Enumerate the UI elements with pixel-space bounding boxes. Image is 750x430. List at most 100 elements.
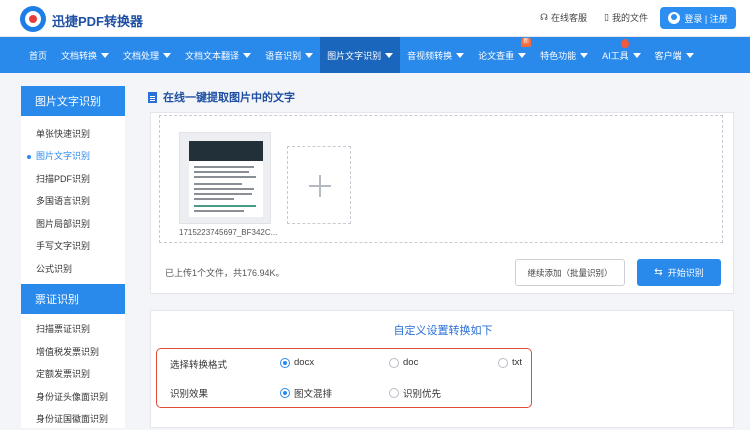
main-content: 在线一键提取图片中的文字 1715223745697_BF342C... xyxy=(138,80,750,428)
nav-label: 文档处理 xyxy=(123,49,159,62)
start-recognition-button[interactable]: ⇆ 开始识别 xyxy=(637,259,721,286)
effect-option-label: 识别优先 xyxy=(403,386,441,400)
nav-label: 文档文本翻译 xyxy=(185,49,239,62)
chevron-down-icon xyxy=(385,53,393,58)
chevron-down-icon xyxy=(456,53,464,58)
thumbnail-line xyxy=(194,183,242,185)
format-option-label: doc xyxy=(403,357,418,368)
sidebar: 图片文字识别 单张快速识别 图片文字识别 扫描PDF识别 多国语言识别 图片局部… xyxy=(21,86,125,428)
radio-icon xyxy=(389,358,399,368)
radio-icon xyxy=(498,358,508,368)
sidebar-item-vat-invoice[interactable]: 增值税发票识别 xyxy=(21,340,125,363)
my-files-label: 我的文件 xyxy=(612,11,648,24)
chevron-down-icon xyxy=(633,53,641,58)
nav-item-ai-tools[interactable]: AI工具 xyxy=(595,37,648,73)
thumbnail-line xyxy=(194,193,252,195)
nav-item-doc-convert[interactable]: 文档转换 xyxy=(54,37,116,73)
thumbnail-document xyxy=(189,141,263,217)
sidebar-item-id-front[interactable]: 身份证头像面识别 xyxy=(21,385,125,408)
nav-label: 首页 xyxy=(29,49,47,62)
radio-checked-icon xyxy=(280,388,290,398)
nav-item-av-convert[interactable]: 音视频转换 xyxy=(400,37,471,73)
logo-icon[interactable] xyxy=(20,6,46,32)
thumbnail-line xyxy=(194,198,234,200)
nav-item-home[interactable]: 首页 xyxy=(22,37,54,73)
nav-label: AI工具 xyxy=(602,49,629,62)
sidebar-item-scan-ticket[interactable]: 扫描票证识别 xyxy=(21,318,125,341)
online-service-link[interactable]: ☊ 在线客服 xyxy=(540,11,587,24)
sidebar-item-partial[interactable]: 图片局部识别 xyxy=(21,212,125,235)
login-label: 登录 | 注册 xyxy=(684,12,727,25)
thumbnail-header xyxy=(189,141,263,161)
nav-label: 文档转换 xyxy=(61,49,97,62)
nav-item-features[interactable]: 特色功能 xyxy=(533,37,595,73)
nav-item-plagiarism[interactable]: 论文查重新 xyxy=(471,37,533,73)
settings-panel: 自定义设置转换如下 选择转换格式 docx doc txt 识别效果 图文混排 xyxy=(150,310,734,428)
sidebar-item-multilang[interactable]: 多国语言识别 xyxy=(21,190,125,213)
page-title-text: 在线一键提取图片中的文字 xyxy=(163,89,295,105)
nav-label: 论文查重 xyxy=(478,49,514,62)
chevron-down-icon xyxy=(101,53,109,58)
online-service-label: 在线客服 xyxy=(551,11,587,24)
sidebar-item-scan-pdf[interactable]: 扫描PDF识别 xyxy=(21,167,125,190)
thumbnail-line xyxy=(194,210,244,212)
settings-title: 自定义设置转换如下 xyxy=(151,322,735,338)
effect-option-label: 图文混排 xyxy=(294,386,332,400)
my-files-link[interactable]: ▯ 我的文件 xyxy=(604,11,648,24)
radio-checked-icon xyxy=(280,358,290,368)
nav-label: 特色功能 xyxy=(540,49,576,62)
sidebar-item-fixed-invoice[interactable]: 定额发票识别 xyxy=(21,363,125,386)
thumbnail-line xyxy=(194,188,254,190)
document-icon xyxy=(148,92,157,103)
chevron-down-icon xyxy=(163,53,171,58)
main-nav: 首页 文档转换 文档处理 文档文本翻译 语音识别 图片文字识别 音视频转换 论文… xyxy=(0,37,750,73)
thumbnail-line xyxy=(194,166,254,168)
nav-label: 图片文字识别 xyxy=(327,49,381,62)
format-option-label: txt xyxy=(512,357,522,368)
login-register-button[interactable]: 登录 | 注册 xyxy=(660,7,736,29)
upload-panel: 1715223745697_BF342C... 已上传1个文件，共176.94K… xyxy=(150,112,734,294)
nav-item-translate[interactable]: 文档文本翻译 xyxy=(178,37,258,73)
nav-item-speech[interactable]: 语音识别 xyxy=(258,37,320,73)
add-file-button[interactable] xyxy=(287,146,351,224)
format-option-doc[interactable]: doc xyxy=(389,357,418,368)
nav-label: 音视频转换 xyxy=(407,49,452,62)
top-bar: 迅捷PDF转换器 ☊ 在线客服 ▯ 我的文件 登录 | 注册 xyxy=(0,0,750,37)
thumbnail-line xyxy=(194,171,249,173)
format-option-txt[interactable]: txt xyxy=(498,357,522,368)
sidebar-item-handwriting[interactable]: 手写文字识别 xyxy=(21,235,125,258)
nav-label: 语音识别 xyxy=(265,49,301,62)
format-option-docx[interactable]: docx xyxy=(280,357,314,368)
user-icon xyxy=(668,12,680,24)
radio-icon xyxy=(389,388,399,398)
nav-item-image-ocr[interactable]: 图片文字识别 xyxy=(320,37,400,73)
effect-option-priority[interactable]: 识别优先 xyxy=(389,386,441,400)
sidebar-item-image-ocr[interactable]: 图片文字识别 xyxy=(21,145,125,168)
format-label: 选择转换格式 xyxy=(170,357,227,371)
drop-zone[interactable]: 1715223745697_BF342C... xyxy=(159,115,723,243)
file-thumbnail[interactable] xyxy=(179,132,271,224)
thumbnail-line xyxy=(194,205,256,207)
chevron-down-icon xyxy=(686,53,694,58)
effect-label: 识别效果 xyxy=(170,386,208,400)
nav-item-client[interactable]: 客户端 xyxy=(648,37,701,73)
format-option-label: docx xyxy=(294,357,314,368)
start-label: 开始识别 xyxy=(668,266,704,279)
nav-item-doc-process[interactable]: 文档处理 xyxy=(116,37,178,73)
sidebar-section-title: 票证识别 xyxy=(21,284,125,314)
chevron-down-icon xyxy=(518,53,526,58)
settings-options-box: 选择转换格式 docx doc txt 识别效果 图文混排 识别优先 xyxy=(156,348,532,408)
effect-option-mixed[interactable]: 图文混排 xyxy=(280,386,332,400)
nav-label: 客户端 xyxy=(655,49,682,62)
sidebar-item-single-quick[interactable]: 单张快速识别 xyxy=(21,122,125,145)
brand-name[interactable]: 迅捷PDF转换器 xyxy=(52,11,143,30)
swap-icon: ⇆ xyxy=(654,268,662,278)
sidebar-item-formula[interactable]: 公式识别 xyxy=(21,257,125,280)
file-icon: ▯ xyxy=(604,12,609,23)
file-name: 1715223745697_BF342C... xyxy=(179,228,277,237)
sidebar-section-title: 图片文字识别 xyxy=(21,86,125,116)
sidebar-item-id-back[interactable]: 身份证国徽面识别 xyxy=(21,408,125,430)
file-info-text: 已上传1个文件，共176.94K。 xyxy=(165,266,285,279)
new-badge: 新 xyxy=(521,38,531,47)
continue-add-button[interactable]: 继续添加（批量识别） xyxy=(515,259,625,286)
